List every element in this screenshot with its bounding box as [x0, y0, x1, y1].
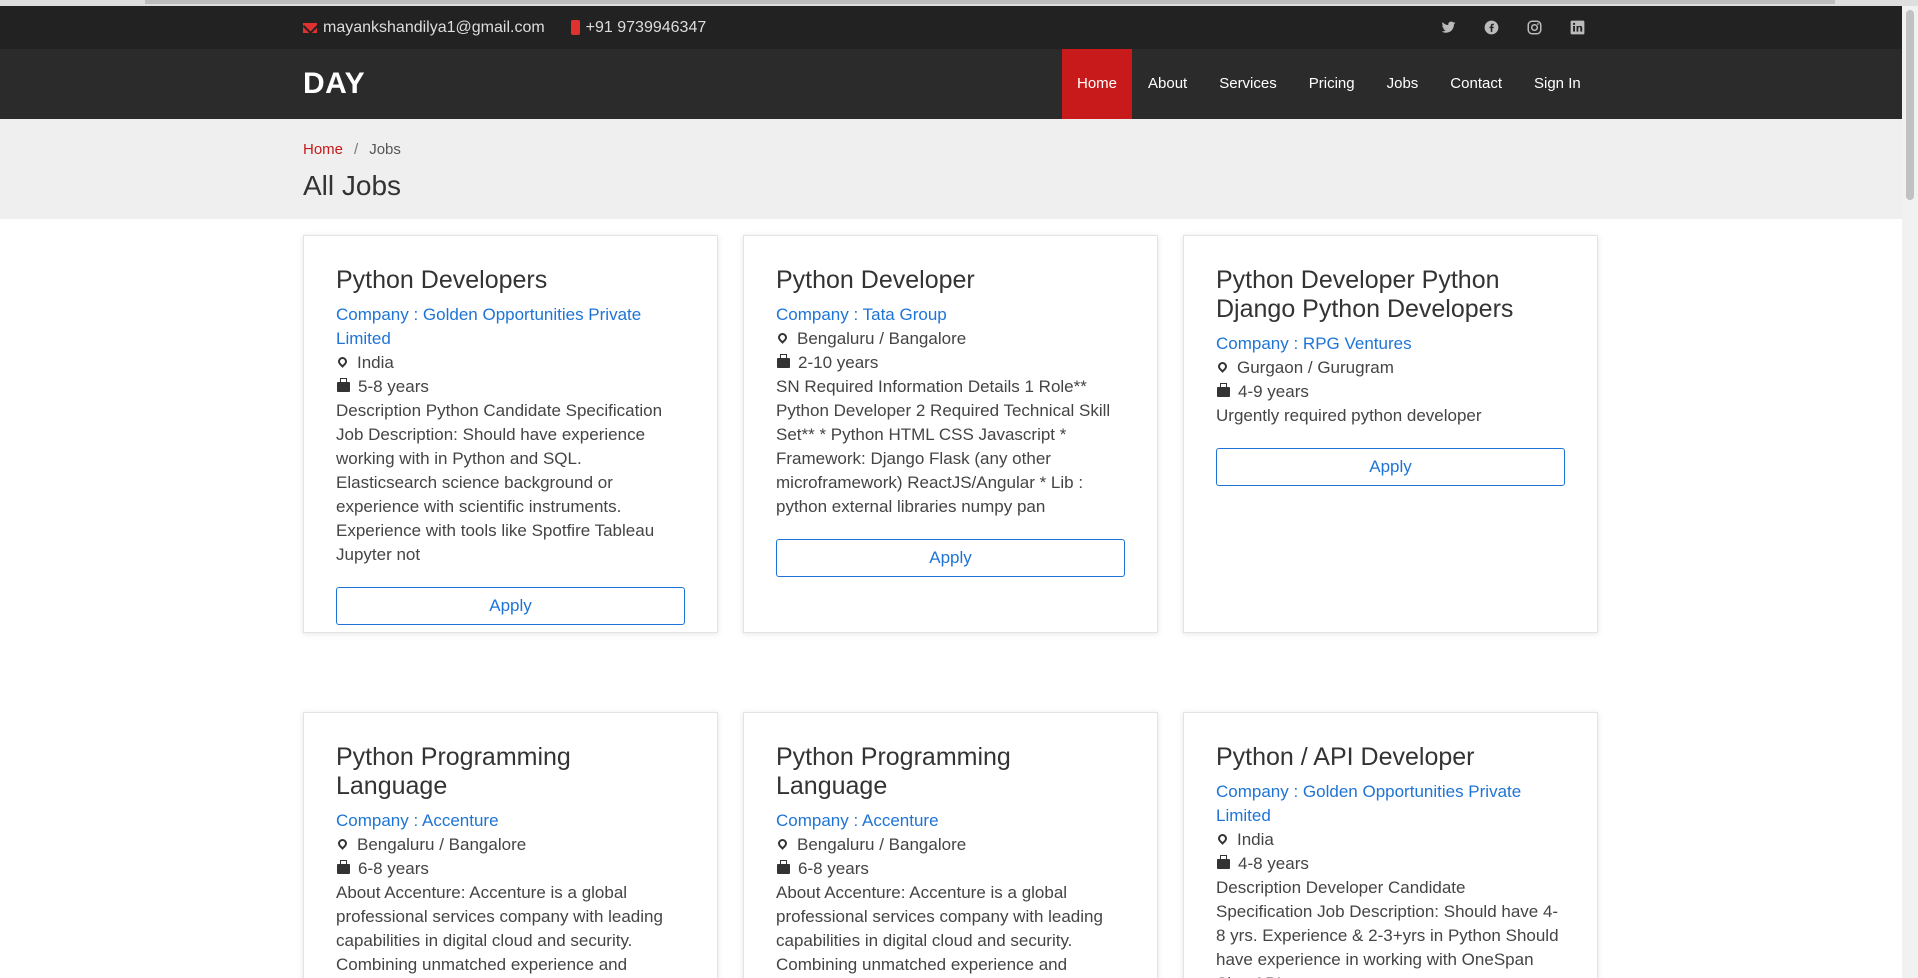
job-experience: 4-9 years	[1216, 380, 1565, 404]
job-title: Python Developer	[776, 266, 975, 294]
envelope-icon	[303, 22, 317, 33]
apply-button[interactable]: Apply	[1216, 448, 1565, 486]
job-experience-text: 4-8 years	[1238, 854, 1309, 873]
email-text[interactable]: mayankshandilya1@gmail.com	[323, 19, 545, 37]
job-location: Bengaluru / Bangalore	[776, 327, 1125, 351]
breadcrumb: Home / Jobs	[303, 141, 401, 158]
job-card: Python / API Developer Company : Golden …	[1183, 712, 1598, 978]
job-description: About Accenture: Accenture is a global p…	[336, 883, 663, 974]
linkedin-icon[interactable]	[1570, 20, 1585, 35]
job-title: Python Programming Language	[776, 743, 1011, 800]
nav-sign-in[interactable]: Sign In	[1518, 49, 1597, 119]
scrollbar-thumb[interactable]	[1906, 10, 1914, 200]
contact-info: mayankshandilya1@gmail.com +91 973994634…	[303, 6, 706, 49]
briefcase-icon	[1217, 855, 1230, 869]
nav-pricing[interactable]: Pricing	[1293, 49, 1371, 119]
job-card: Python Developer Company : Tata Group Be…	[743, 235, 1158, 633]
nav-about[interactable]: About	[1132, 49, 1203, 119]
nav-contact[interactable]: Contact	[1434, 49, 1518, 119]
main-navbar: DAY Home About Services Pricing Jobs Con…	[0, 49, 1902, 119]
job-experience-text: 5-8 years	[358, 377, 429, 396]
nav-home[interactable]: Home	[1062, 49, 1133, 119]
apply-button[interactable]: Apply	[776, 539, 1125, 577]
job-card: Python Programming Language Company : Ac…	[743, 712, 1158, 978]
job-title: Python Programming Language	[336, 743, 571, 800]
page-scrollbar[interactable]	[1902, 6, 1918, 978]
email-contact[interactable]: mayankshandilya1@gmail.com	[303, 19, 545, 37]
job-title: Python Developer Python Django Python De…	[1216, 266, 1514, 323]
social-links	[1441, 6, 1585, 49]
job-company[interactable]: Company : Accenture	[336, 809, 685, 833]
job-card: Python Developer Python Django Python De…	[1183, 235, 1598, 633]
instagram-icon[interactable]	[1527, 20, 1542, 35]
site-logo[interactable]: DAY	[303, 49, 365, 119]
job-description: Description Developer Candidate Specific…	[1216, 878, 1559, 978]
breadcrumb-separator: /	[354, 141, 359, 158]
job-description: SN Required Information Details 1 Role**…	[776, 377, 1111, 516]
job-card: Python Programming Language Company : Ac…	[303, 712, 718, 978]
briefcase-icon	[337, 378, 350, 392]
job-company[interactable]: Company : Tata Group	[776, 303, 1125, 327]
job-location: India	[1216, 828, 1565, 852]
job-experience-text: 6-8 years	[798, 859, 869, 878]
page: mayankshandilya1@gmail.com +91 973994634…	[0, 6, 1902, 978]
nav-jobs[interactable]: Jobs	[1371, 49, 1435, 119]
job-experience: 6-8 years	[336, 857, 685, 881]
phone-contact[interactable]: +91 9739946347	[570, 19, 707, 37]
job-location-text: Bengaluru / Bangalore	[797, 329, 967, 348]
job-title: Python Developers	[336, 266, 548, 294]
job-experience: 2-10 years	[776, 351, 1125, 375]
job-company[interactable]: Company : Golden Opportunities Private L…	[336, 303, 685, 351]
job-experience-text: 4-9 years	[1238, 382, 1309, 401]
location-pin-icon	[1216, 832, 1229, 845]
breadcrumb-section: Home / Jobs All Jobs	[0, 119, 1902, 219]
breadcrumb-current: Jobs	[369, 141, 401, 158]
twitter-icon[interactable]	[1441, 20, 1456, 35]
apply-button[interactable]: Apply	[336, 587, 685, 625]
job-experience-text: 6-8 years	[358, 859, 429, 878]
location-pin-icon	[336, 355, 349, 368]
phone-text[interactable]: +91 9739946347	[586, 19, 707, 37]
job-location: Gurgaon / Gurugram	[1216, 356, 1565, 380]
job-company[interactable]: Company : Golden Opportunities Private L…	[1216, 780, 1565, 828]
page-title: All Jobs	[303, 170, 402, 201]
job-description: Description Python Candidate Specificati…	[336, 401, 663, 564]
browser-address-bar	[145, 0, 1835, 4]
job-description: About Accenture: Accenture is a global p…	[776, 883, 1103, 974]
job-card: Python Developers Company : Golden Oppor…	[303, 235, 718, 633]
location-pin-icon	[1216, 360, 1229, 373]
briefcase-icon	[1217, 383, 1230, 397]
briefcase-icon	[777, 354, 790, 368]
job-title: Python / API Developer	[1216, 743, 1475, 771]
job-location: Bengaluru / Bangalore	[336, 833, 685, 857]
nav-menu: Home About Services Pricing Jobs Contact…	[1062, 49, 1597, 119]
breadcrumb-home-link[interactable]: Home	[303, 141, 343, 158]
facebook-icon[interactable]	[1484, 20, 1499, 35]
job-location-text: India	[1237, 830, 1274, 849]
job-company[interactable]: Company : Accenture	[776, 809, 1125, 833]
job-location-text: India	[357, 353, 394, 372]
nav-services[interactable]: Services	[1203, 49, 1293, 119]
job-experience: 4-8 years	[1216, 852, 1565, 876]
job-location: Bengaluru / Bangalore	[776, 833, 1125, 857]
location-pin-icon	[776, 837, 789, 850]
job-description: Urgently required python developer	[1216, 406, 1482, 425]
job-experience: 5-8 years	[336, 375, 685, 399]
briefcase-icon	[337, 860, 350, 874]
job-experience: 6-8 years	[776, 857, 1125, 881]
job-experience-text: 2-10 years	[798, 353, 879, 372]
briefcase-icon	[777, 860, 790, 874]
job-location-text: Bengaluru / Bangalore	[797, 835, 967, 854]
location-pin-icon	[776, 331, 789, 344]
location-pin-icon	[336, 837, 349, 850]
job-location-text: Gurgaon / Gurugram	[1237, 358, 1394, 377]
phone-icon	[570, 20, 580, 35]
job-location-text: Bengaluru / Bangalore	[357, 835, 527, 854]
job-location: India	[336, 351, 685, 375]
top-bar: mayankshandilya1@gmail.com +91 973994634…	[0, 6, 1902, 49]
job-company[interactable]: Company : RPG Ventures	[1216, 332, 1565, 356]
